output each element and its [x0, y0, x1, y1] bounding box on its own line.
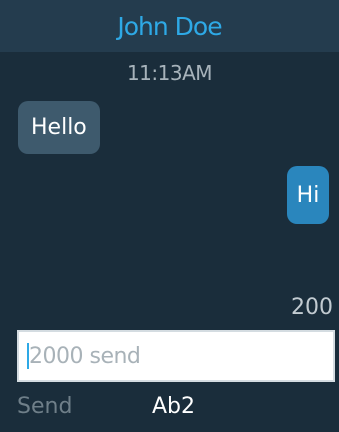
- message-input-value: 2000 send: [29, 343, 141, 369]
- contact-name: John Doe: [117, 11, 222, 41]
- character-counter: 200: [291, 295, 333, 320]
- outgoing-message-bubble[interactable]: Hi: [287, 166, 329, 224]
- outgoing-message-text: Hi: [296, 182, 320, 208]
- chat-header: John Doe: [0, 0, 339, 52]
- incoming-message-bubble[interactable]: Hello: [18, 101, 100, 154]
- message-timestamp: 11:13AM: [126, 61, 213, 85]
- send-softkey[interactable]: Send: [17, 394, 72, 419]
- incoming-message-text: Hello: [31, 115, 87, 140]
- input-mode-softkey[interactable]: Ab2: [152, 394, 195, 419]
- softkey-bar: Send Ab2: [0, 386, 339, 432]
- message-input[interactable]: 2000 send: [17, 330, 335, 382]
